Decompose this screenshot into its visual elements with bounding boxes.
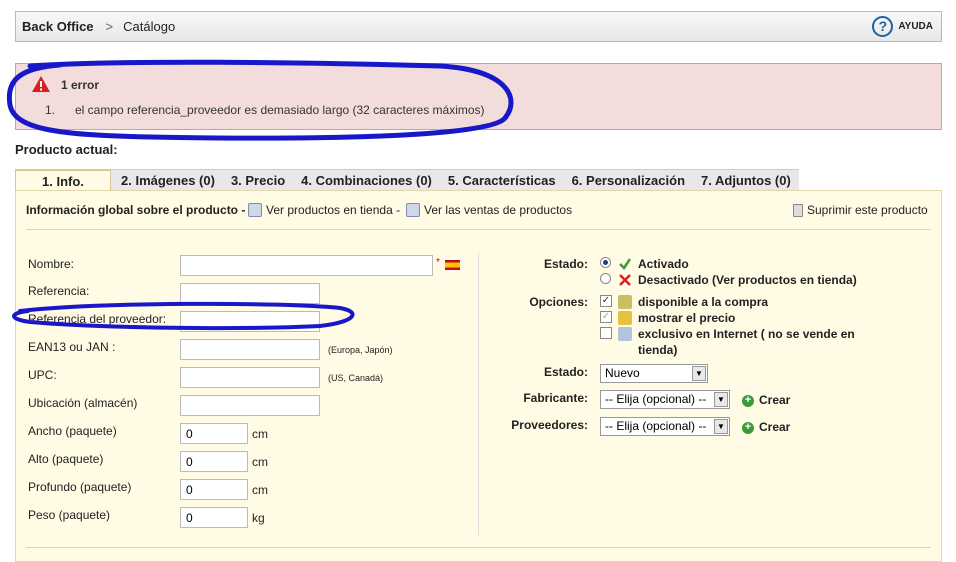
estado-label: Estado: xyxy=(543,257,588,271)
help-button[interactable]: ? AYUDA xyxy=(872,16,933,37)
mostrar-precio-checkbox[interactable]: ✓ xyxy=(600,311,612,323)
ref-proveedor-label: Referencia del proveedor: xyxy=(28,312,167,326)
activado-label: Activado xyxy=(638,257,689,271)
proveedores-select[interactable]: -- Elija (opcional) -- ▼ xyxy=(600,417,730,436)
view-sales-link[interactable]: Ver las ventas de productos xyxy=(406,203,572,217)
check-icon xyxy=(619,258,632,270)
crear-proveedor-link[interactable]: Crear xyxy=(759,420,790,434)
nombre-label: Nombre: xyxy=(28,257,75,271)
upc-label: UPC: xyxy=(28,368,57,382)
peso-input[interactable]: 0 xyxy=(180,507,248,528)
breadcrumb-back-office[interactable]: Back Office xyxy=(22,19,94,34)
error-message: el campo referencia_proveedor es demasia… xyxy=(75,103,485,117)
magnifier-icon xyxy=(248,203,262,217)
activado-radio[interactable] xyxy=(600,257,611,268)
fabricante-select-value: -- Elija (opcional) -- xyxy=(605,392,707,406)
column-divider xyxy=(478,253,479,535)
fabricante-select[interactable]: -- Elija (opcional) -- ▼ xyxy=(600,390,730,409)
sales-icon xyxy=(406,203,420,217)
upc-input[interactable] xyxy=(180,367,320,388)
tab-caracteristicas[interactable]: 5. Características xyxy=(440,170,564,191)
divider xyxy=(26,229,931,230)
alto-unit: cm xyxy=(252,455,268,469)
chevron-down-icon: ▼ xyxy=(714,419,728,434)
ubicacion-label: Ubicación (almacén) xyxy=(28,396,138,410)
estado-select[interactable]: Nuevo ▼ xyxy=(600,364,708,383)
view-in-shop-link[interactable]: Ver productos en tienda - xyxy=(248,203,400,217)
ancho-input[interactable]: 0 xyxy=(180,423,248,444)
ubicacion-input[interactable] xyxy=(180,395,320,416)
help-label: AYUDA xyxy=(898,21,933,32)
peso-label: Peso (paquete) xyxy=(28,508,111,522)
add-icon[interactable]: + xyxy=(742,422,754,434)
view-sales-label: Ver las ventas de productos xyxy=(424,203,573,217)
chevron-right-icon: > xyxy=(105,19,114,34)
proveedores-label: Proveedores: xyxy=(511,418,588,432)
crear-fabricante-link[interactable]: Crear xyxy=(759,393,790,407)
tab-info[interactable]: 1. Info. xyxy=(15,170,111,191)
nombre-input[interactable] xyxy=(180,255,433,276)
exclusivo-checkbox[interactable] xyxy=(600,327,612,339)
disponible-label: disponible a la compra xyxy=(638,295,769,309)
tab-adjuntos[interactable]: 7. Adjuntos (0) xyxy=(693,170,799,191)
tab-imagenes[interactable]: 2. Imágenes (0) xyxy=(113,170,223,191)
estado-condicion-label: Estado: xyxy=(543,365,588,379)
breadcrumb-catalogo: Catálogo xyxy=(123,19,176,34)
profundo-label: Profundo (paquete) xyxy=(28,480,132,494)
upc-hint: (US, Canadá) xyxy=(328,373,384,383)
info-panel: Información global sobre el producto - V… xyxy=(15,190,942,562)
divider xyxy=(26,547,931,548)
ean13-input[interactable] xyxy=(180,339,320,360)
proveedores-select-value: -- Elija (opcional) -- xyxy=(605,419,707,433)
alto-label: Alto (paquete) xyxy=(28,452,104,466)
ancho-unit: cm xyxy=(252,427,268,441)
help-icon: ? xyxy=(872,16,894,37)
alto-input[interactable]: 0 xyxy=(180,451,248,472)
product-tabs: 1. Info. 2. Imágenes (0) 3. Precio 4. Co… xyxy=(15,169,799,191)
current-product-label: Producto actual: xyxy=(15,142,118,157)
internet-icon xyxy=(618,327,632,341)
chevron-down-icon: ▼ xyxy=(714,392,728,407)
price-icon xyxy=(618,311,632,325)
trash-icon xyxy=(793,203,803,217)
tab-combinaciones[interactable]: 4. Combinaciones (0) xyxy=(293,170,440,191)
referencia-input[interactable] xyxy=(180,283,320,304)
breadcrumb-bar: Back Office > Catálogo ? AYUDA xyxy=(15,11,942,42)
panel-title: Información global sobre el producto - xyxy=(26,203,246,217)
error-box: 1 error 1. el campo referencia_proveedor… xyxy=(15,63,942,130)
ref-proveedor-input[interactable] xyxy=(180,311,320,332)
mostrar-precio-label: mostrar el precio xyxy=(638,311,736,325)
opciones-label: Opciones: xyxy=(529,295,588,309)
fabricante-label: Fabricante: xyxy=(523,391,588,405)
delete-product-label: Suprimir este producto xyxy=(807,203,928,217)
disponible-checkbox[interactable]: ✓ xyxy=(600,295,612,307)
cross-icon xyxy=(619,274,631,286)
delete-product-link[interactable]: Suprimir este producto xyxy=(793,203,928,217)
add-icon[interactable]: + xyxy=(742,395,754,407)
ean13-hint: (Europa, Japón) xyxy=(328,345,393,355)
profundo-input[interactable]: 0 xyxy=(180,479,248,500)
warning-icon xyxy=(32,76,50,92)
cart-icon xyxy=(618,295,632,309)
desactivado-radio[interactable] xyxy=(600,273,611,284)
exclusivo-label-cont: tienda) xyxy=(638,343,678,357)
error-title: 1 error xyxy=(61,78,100,92)
spain-flag-icon[interactable] xyxy=(445,260,460,270)
error-index: 1. xyxy=(45,103,56,117)
ancho-label: Ancho (paquete) xyxy=(28,424,117,438)
peso-unit: kg xyxy=(252,511,265,525)
tab-precio[interactable]: 3. Precio xyxy=(223,170,293,191)
referencia-label: Referencia: xyxy=(28,284,90,298)
exclusivo-label: exclusivo en Internet ( no se vende en xyxy=(638,327,855,341)
ean13-label: EAN13 ou JAN : xyxy=(28,340,116,354)
chevron-down-icon: ▼ xyxy=(692,366,706,381)
profundo-unit: cm xyxy=(252,483,268,497)
tab-personalizacion[interactable]: 6. Personalización xyxy=(564,170,693,191)
estado-select-value: Nuevo xyxy=(605,366,640,380)
desactivado-label: Desactivado (Ver productos en tienda) xyxy=(638,273,857,287)
view-in-shop-label: Ver productos en tienda - xyxy=(266,203,401,217)
required-marker: * xyxy=(436,257,440,268)
